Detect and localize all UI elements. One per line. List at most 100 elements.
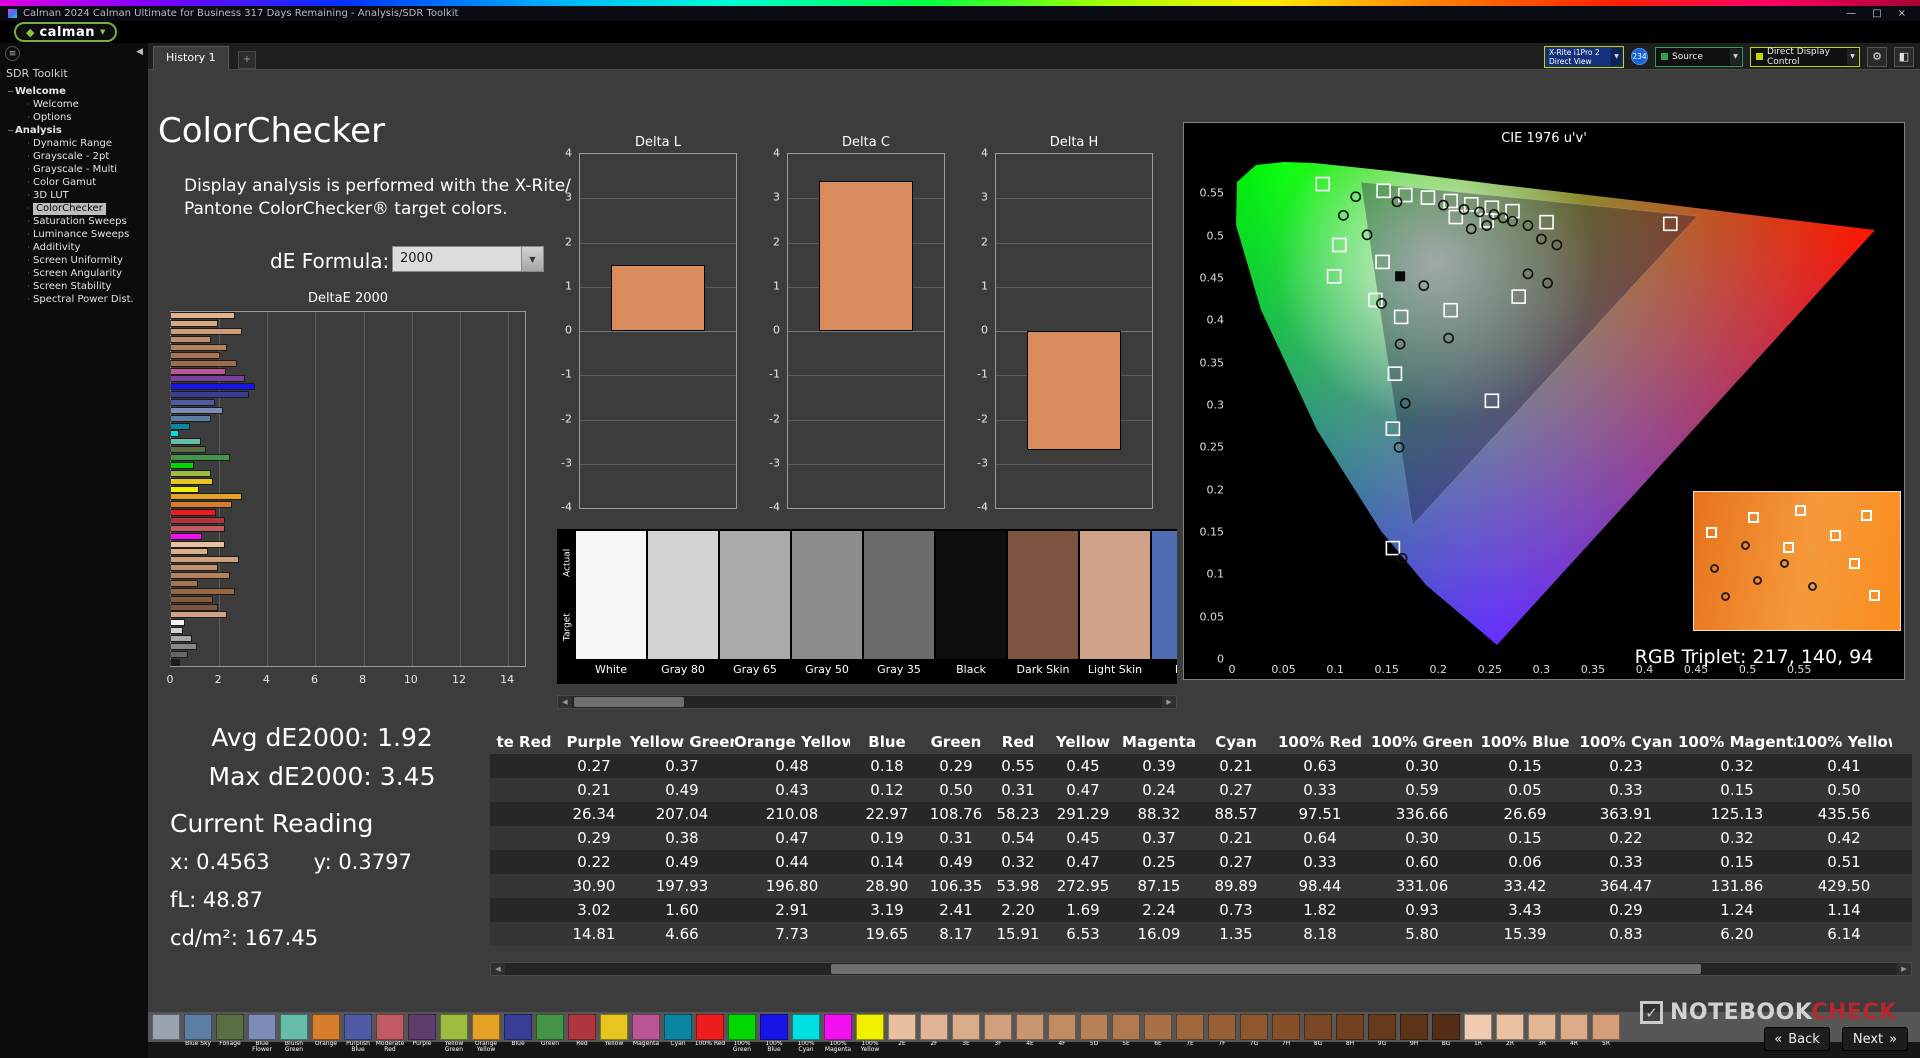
sequence-patch-label: 100% Magenta	[824, 1041, 852, 1054]
sidebar-item-luminance-sweeps[interactable]: · Luminance Sweeps	[0, 228, 148, 241]
back-button[interactable]: « Back	[1764, 1027, 1830, 1051]
table-cell: 0.93	[1405, 901, 1439, 919]
gridline	[996, 286, 1152, 288]
meter-mode: Direct View	[1549, 57, 1592, 67]
dh-bar	[1027, 331, 1121, 451]
sidebar-item-label: Luminance Sweeps	[33, 228, 130, 240]
tree-marker-icon: ·	[27, 255, 30, 265]
sidebar-item-colorchecker[interactable]: · ColorChecker	[0, 202, 148, 215]
sequence-patch-color	[216, 1014, 244, 1040]
menu-icon[interactable]: ≡	[5, 46, 20, 61]
calman-logo-menu[interactable]: ◆ calman ▼	[14, 22, 118, 42]
display-control-dropdown[interactable]: Direct Display Control ▼	[1750, 46, 1860, 67]
sequence-patch-label: BG	[1441, 1041, 1451, 1047]
table-cell	[490, 778, 558, 802]
sidebar-item-welcome[interactable]: − Welcome	[0, 85, 148, 98]
popup-target-marker	[1860, 509, 1872, 521]
table-cell: 88.57	[1214, 805, 1258, 823]
table-scrollbar[interactable]: ◀ ▶	[490, 962, 1912, 976]
table-header-cell: te Red	[496, 733, 552, 751]
tab-history-1[interactable]: History 1	[153, 46, 229, 70]
sequence-patch-label: 5R	[1602, 1041, 1610, 1047]
scroll-right-icon[interactable]: ▶	[1897, 963, 1911, 975]
table-row: 0.22 0.49 0.44 0.14 0.49 0.32 0.47 0.25 0.27 0.33…	[490, 850, 1912, 874]
deltae-bar	[170, 627, 183, 635]
table-cell: 2.91	[775, 901, 809, 919]
sequence-patch: 100% Red	[694, 1012, 726, 1058]
table-cell: 0.27	[1219, 781, 1253, 799]
maximize-icon[interactable]: □	[1872, 8, 1881, 19]
swatch-name: Gray 35	[877, 663, 921, 676]
sidebar-item-spectral-power-dist-[interactable]: · Spectral Power Dist.	[0, 293, 148, 306]
de-formula-dropdown[interactable]: 2000 ▼	[392, 246, 544, 272]
cie-y-tick-label: 0.5	[1206, 229, 1225, 243]
deltae-bar	[169, 642, 198, 650]
source-dropdown[interactable]: Source ▼	[1655, 46, 1743, 67]
table-cell: 0.43	[775, 781, 809, 799]
scroll-left-icon[interactable]: ◀	[558, 696, 572, 708]
sidebar-item-screen-uniformity[interactable]: · Screen Uniformity	[0, 254, 148, 267]
sidebar-item-grayscale-2pt[interactable]: · Grayscale - 2pt	[0, 150, 148, 163]
swatch-scrollbar[interactable]: ◀ ▶	[557, 695, 1177, 709]
delta-c-y-axis: 4 3 2 1 0 -1 -2 -3 -4	[757, 147, 785, 514]
delta-h-chart	[995, 153, 1153, 509]
sequence-patch: Bluish Green	[278, 1012, 310, 1058]
back-arrow-icon: «	[1774, 1031, 1783, 1047]
x-tick-label: 14	[500, 673, 515, 686]
measurement-table: te Red Purple Yellow Green Orange Yellow Blu…	[490, 730, 1912, 946]
collapse-sidebar-icon[interactable]: ◀	[136, 47, 143, 57]
meter-dropdown[interactable]: X-Rite i1Pro 2 Direct View ▼	[1544, 45, 1624, 68]
sequence-patch-label: Green	[540, 1041, 560, 1047]
table-cell: 364.47	[1599, 877, 1653, 895]
gridline	[788, 331, 944, 332]
close-icon[interactable]: ×	[1898, 8, 1906, 19]
sequence-patch-color	[600, 1014, 628, 1040]
table-cell: 15.91	[996, 925, 1040, 943]
scroll-right-icon[interactable]: ▶	[1162, 696, 1176, 708]
sidebar-item-label: Welcome	[33, 98, 79, 110]
sidebar-item-dynamic-range[interactable]: · Dynamic Range	[0, 137, 148, 150]
sidebar-item-grayscale-multi[interactable]: · Grayscale - Multi	[0, 163, 148, 176]
sidebar-item-welcome[interactable]: · Welcome	[0, 98, 148, 111]
sequence-patch-color	[984, 1014, 1012, 1040]
sidebar-item-additivity[interactable]: · Additivity	[0, 241, 148, 254]
sidebar-item-saturation-sweeps[interactable]: · Saturation Sweeps	[0, 215, 148, 228]
sidebar-toolbar: ≡ ◀	[0, 43, 148, 65]
table-cell: 0.30	[1405, 829, 1439, 847]
table-cell: 0.18	[870, 757, 904, 775]
patch-swatch-white: White	[576, 531, 646, 682]
gear-icon[interactable]: ⚙	[1867, 46, 1887, 67]
x-tick-label: 12	[451, 673, 466, 686]
minimize-icon[interactable]: —	[1846, 8, 1856, 19]
sequence-patch-color	[1336, 1014, 1364, 1040]
sidebar-item-screen-angularity[interactable]: · Screen Angularity	[0, 267, 148, 280]
sidebar-item-color-gamut[interactable]: · Color Gamut	[0, 176, 148, 189]
sequence-patch-color	[1304, 1014, 1332, 1040]
patch-swatch-dark-skin: Dark Skin	[1008, 531, 1078, 682]
sequence-patch-color	[1496, 1014, 1524, 1040]
table-cell: 0.06	[1508, 853, 1542, 871]
current-xy: x: 0.4563 y: 0.3797	[170, 850, 488, 874]
scrollbar-thumb[interactable]	[574, 697, 684, 707]
sidebar-item-analysis[interactable]: − Analysis	[0, 124, 148, 137]
scroll-left-icon[interactable]: ◀	[491, 963, 505, 975]
deltae-bar	[170, 650, 188, 658]
cie-y-tick-label: 0.1	[1206, 567, 1225, 581]
sidebar-item-label: Analysis	[15, 124, 62, 136]
sidebar-item-options[interactable]: · Options	[0, 111, 148, 124]
sidebar-item-screen-stability[interactable]: · Screen Stability	[0, 280, 148, 293]
sequence-patch-color	[856, 1014, 884, 1040]
next-button[interactable]: Next »	[1842, 1027, 1908, 1051]
display-settings-icon[interactable]: ◧	[1894, 46, 1914, 67]
deltae-bar	[170, 572, 230, 580]
scrollbar-thumb[interactable]	[831, 964, 1701, 974]
add-tab-button[interactable]: +	[238, 51, 256, 69]
table-cell: 0.47	[775, 829, 809, 847]
sequence-patch-color	[888, 1014, 916, 1040]
table-cell: 0.24	[1142, 781, 1176, 799]
patch-swatch-light-skin: Light Skin	[1080, 531, 1150, 682]
table-cell: 87.15	[1137, 877, 1181, 895]
table-cell: 97.51	[1298, 805, 1342, 823]
sidebar-item-3d-lut[interactable]: · 3D LUT	[0, 189, 148, 202]
cie-y-tick-label: 0	[1217, 652, 1224, 666]
